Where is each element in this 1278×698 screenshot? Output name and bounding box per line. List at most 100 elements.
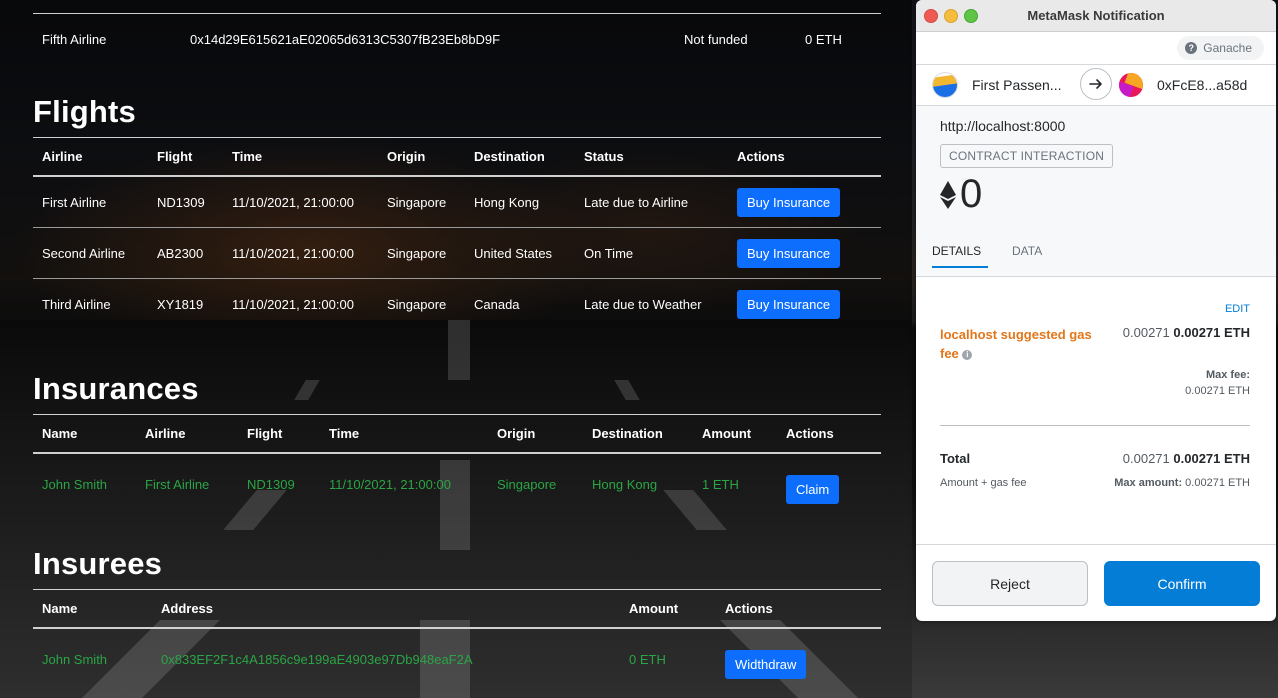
cell-flight: AB2300 xyxy=(148,227,223,279)
arrow-right-icon xyxy=(1080,68,1112,100)
table-header-row: Airline Flight Time Origin Destination S… xyxy=(33,137,881,177)
table-header-row: Name Airline Flight Time Origin Destinat… xyxy=(33,414,881,454)
buy-insurance-button[interactable]: Buy Insurance xyxy=(737,289,841,319)
details-tabs: DETAILS DATA xyxy=(916,236,1276,277)
tab-data[interactable]: DATA xyxy=(1012,236,1042,276)
eth-icon xyxy=(940,180,956,209)
cell-origin: Singapore xyxy=(387,296,447,312)
close-window-button[interactable] xyxy=(924,9,938,23)
flights-title: Flights xyxy=(33,94,136,129)
gas-fee-amount: 0.00271 0.00271 ETH xyxy=(1123,325,1250,340)
col-header: Origin xyxy=(378,137,465,177)
amount-row: 0 xyxy=(940,172,1252,217)
table-header-row: Name Address Amount Actions xyxy=(33,589,881,629)
airlines-table: Fifth Airline 0x14d29E615621aE02065d6313… xyxy=(33,0,881,64)
confirm-button[interactable]: Confirm xyxy=(1104,561,1260,606)
from-avatar-icon xyxy=(932,72,958,98)
cell-actions: Buy Insurance xyxy=(728,176,881,228)
airline-funds: 0 ETH xyxy=(805,31,842,47)
max-amount-value: 0.00271 ETH xyxy=(1185,477,1250,489)
window-titlebar: MetaMask Notification xyxy=(916,0,1276,32)
col-header: Flight xyxy=(238,414,320,454)
transaction-summary: http://localhost:8000 CONTRACT INTERACTI… xyxy=(916,106,1276,236)
to-account[interactable]: 0xFcE8...a58d xyxy=(1089,73,1276,97)
cell-airline: Third Airline xyxy=(42,296,111,312)
cell-actions: Buy Insurance xyxy=(728,279,881,330)
from-account-name: First Passen... xyxy=(972,77,1062,93)
cell-flight: XY1819 xyxy=(157,296,204,312)
network-bar: ? Ganache xyxy=(916,32,1276,64)
airline-status: Not funded xyxy=(684,31,748,47)
cell-status: Late due to Weather xyxy=(584,296,702,312)
flights-section: Flights Airline Flight Time Origin Desti… xyxy=(33,94,881,329)
max-fee-value: 0.00271 ETH xyxy=(1185,385,1250,397)
table-row xyxy=(33,0,881,14)
info-icon[interactable]: i xyxy=(962,349,973,360)
window-title: MetaMask Notification xyxy=(1027,8,1165,23)
buy-insurance-button[interactable]: Buy Insurance xyxy=(737,187,841,217)
claim-button[interactable]: Claim xyxy=(786,474,840,504)
origin-url: http://localhost:8000 xyxy=(940,118,1066,134)
to-account-address: 0xFcE8...a58d xyxy=(1157,77,1248,93)
cell-time: 11/10/2021, 21:00:00 xyxy=(232,296,354,312)
withdraw-button[interactable]: Widthdraw xyxy=(725,649,807,679)
cell-amount: 0 ETH xyxy=(629,651,666,667)
cell-origin: Singapore xyxy=(378,176,465,228)
metamask-window: MetaMask Notification ? Ganache First Pa… xyxy=(916,0,1276,621)
cell-origin: Singapore xyxy=(497,476,557,492)
table-row: Fifth Airline 0x14d29E615621aE02065d6313… xyxy=(33,14,881,65)
cell-actions: Claim xyxy=(777,453,881,514)
cell-actions: Buy Insurance xyxy=(728,227,881,279)
divider xyxy=(940,425,1250,426)
cell-name: John Smith xyxy=(42,651,108,667)
gas-fee-label: localhost suggested gas fee i xyxy=(940,325,1110,363)
col-header: Amount xyxy=(693,414,777,454)
minimize-window-button[interactable] xyxy=(944,9,958,23)
col-header: Name xyxy=(33,414,136,454)
insurees-section: Insurees Name Address Amount Actions Joh… xyxy=(33,546,881,689)
table-row: Third Airline XY1819 11/10/2021, 21:00:0… xyxy=(33,279,881,330)
tab-details[interactable]: DETAILS xyxy=(932,236,988,268)
network-selector[interactable]: ? Ganache xyxy=(1177,36,1264,60)
col-header: Destination xyxy=(583,414,693,454)
reject-button[interactable]: Reject xyxy=(932,561,1088,606)
cell-airline: Second Airline xyxy=(33,227,148,279)
insurances-title: Insurances xyxy=(33,371,199,406)
airline-address: 0x14d29E615621aE02065d6313C5307fB23Eb8bD… xyxy=(190,31,501,47)
edit-gas-link[interactable]: EDIT xyxy=(1225,303,1250,315)
cell-actions: Widthdraw xyxy=(716,628,881,689)
buy-insurance-button[interactable]: Buy Insurance xyxy=(737,238,841,268)
table-row: First Airline ND1309 11/10/2021, 21:00:0… xyxy=(33,176,881,228)
insurances-section: Insurances Name Airline Flight Time Orig… xyxy=(33,371,881,514)
col-header: Time xyxy=(223,137,378,177)
contract-interaction-badge: CONTRACT INTERACTION xyxy=(940,144,1114,168)
network-name: Ganache xyxy=(1203,41,1252,55)
network-help-icon: ? xyxy=(1185,42,1198,54)
cell-status: Late due to Airline xyxy=(575,176,728,228)
gas-fee-primary: 0.00271 ETH xyxy=(1173,325,1250,340)
flights-table: Airline Flight Time Origin Destination S… xyxy=(33,137,881,329)
from-account[interactable]: First Passen... xyxy=(916,72,1089,98)
gas-fee-secondary: 0.00271 xyxy=(1122,325,1170,340)
col-header: Origin xyxy=(488,414,583,454)
col-header: Airline xyxy=(33,137,148,177)
col-header: Address xyxy=(152,589,620,629)
total-label: Total xyxy=(940,451,971,466)
col-header: Actions xyxy=(777,414,881,454)
col-header: Airline xyxy=(136,414,238,454)
max-amount-label: Max amount: xyxy=(1114,477,1183,489)
cell-status: On Time xyxy=(575,227,728,279)
col-header: Amount xyxy=(620,589,716,629)
total-secondary: 0.00271 xyxy=(1122,451,1170,466)
cell-address: 0x833EF2F1c4A1856c9e199aE4903e97Db948eaF… xyxy=(161,651,473,667)
cell-airline: First Airline xyxy=(33,176,148,228)
cell-time: 11/10/2021, 21:00:00 xyxy=(223,176,378,228)
cell-time: 11/10/2021, 21:00:00 xyxy=(329,476,451,492)
airline-name: Fifth Airline xyxy=(42,31,107,47)
insurees-table: Name Address Amount Actions John Smith 0… xyxy=(33,589,881,689)
col-header: Name xyxy=(33,589,152,629)
maximize-window-button[interactable] xyxy=(964,9,978,23)
footer-actions: Reject Confirm xyxy=(916,544,1276,621)
cell-destination: United States xyxy=(465,227,575,279)
amount-value: 0 xyxy=(960,172,983,216)
